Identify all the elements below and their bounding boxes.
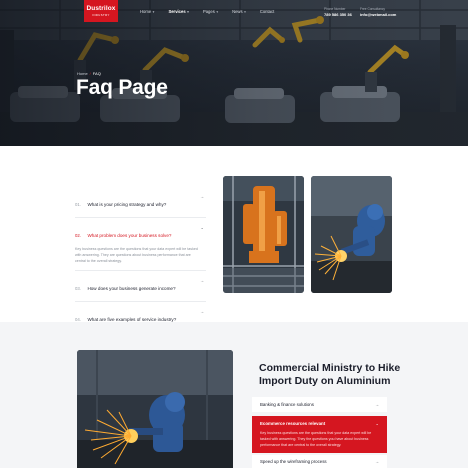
nav-item-news[interactable]: News ▾ bbox=[232, 9, 246, 14]
faq-list: 01. What is your pricing strategy and wh… bbox=[75, 187, 206, 333]
section-heading: Commercial Ministry to Hike Import Duty … bbox=[259, 362, 401, 387]
nav-item-pages[interactable]: Pages ▾ bbox=[203, 9, 218, 14]
chevron-down-icon: ⌄ bbox=[200, 225, 204, 230]
nav-item-home[interactable]: Home ▾ bbox=[140, 9, 154, 14]
chevron-down-icon: ⌄ bbox=[375, 421, 379, 426]
arrow-right-icon: → bbox=[374, 402, 379, 407]
brand-logo[interactable]: Dustrilox INDUSTRY bbox=[84, 0, 118, 22]
faq-item[interactable]: 01. What is your pricing strategy and wh… bbox=[75, 187, 206, 218]
welder-photo bbox=[311, 176, 392, 293]
faq-item[interactable]: 03. How does your business generate inco… bbox=[75, 271, 206, 302]
arrow-right-icon: → bbox=[199, 278, 204, 283]
arrow-right-icon: → bbox=[374, 459, 379, 464]
nav-menu: Home ▾ Services ▾ Pages ▾ News ▾ Contact bbox=[140, 9, 288, 14]
nav-item-services[interactable]: Services ▾ bbox=[168, 9, 189, 14]
faq-answer: Key business questions are the questions… bbox=[75, 247, 198, 263]
email-contact[interactable]: Free Consultancy info@webmail.com bbox=[360, 7, 396, 17]
arrow-right-icon: → bbox=[199, 309, 204, 314]
chevron-down-icon: ▾ bbox=[216, 9, 219, 14]
worker-grinding-photo bbox=[77, 350, 233, 468]
news-section bbox=[0, 322, 468, 468]
arrow-right-icon: → bbox=[199, 194, 204, 199]
accordion-item[interactable]: Banking & finance solutions → bbox=[252, 397, 387, 412]
accordion-item[interactable]: Speed up the wireframing process → bbox=[252, 455, 387, 468]
chevron-down-icon: ▾ bbox=[152, 9, 155, 14]
industrial-machinery-photo bbox=[223, 176, 304, 293]
accordion-answer: Key business questions are the questions… bbox=[260, 431, 372, 447]
faq-item[interactable]: 02. What problem does your business solv… bbox=[75, 218, 206, 271]
accordion-item-active[interactable]: Ecommerce resources relevant ⌄ Key busin… bbox=[252, 416, 387, 453]
phone-contact[interactable]: Phone Number 789 586 350 36 bbox=[324, 7, 352, 17]
main-navbar: Dustrilox INDUSTRY Home ▾ Services ▾ Pages… bbox=[0, 0, 468, 24]
chevron-down-icon: ▾ bbox=[244, 9, 246, 14]
page-hero: Dustrilox INDUSTRY Home ▾ Services ▾ Pages… bbox=[0, 0, 468, 146]
page-title: Faq Page bbox=[76, 76, 168, 99]
nav-item-contact[interactable]: Contact bbox=[260, 9, 274, 14]
chevron-down-icon: ▾ bbox=[187, 9, 189, 14]
